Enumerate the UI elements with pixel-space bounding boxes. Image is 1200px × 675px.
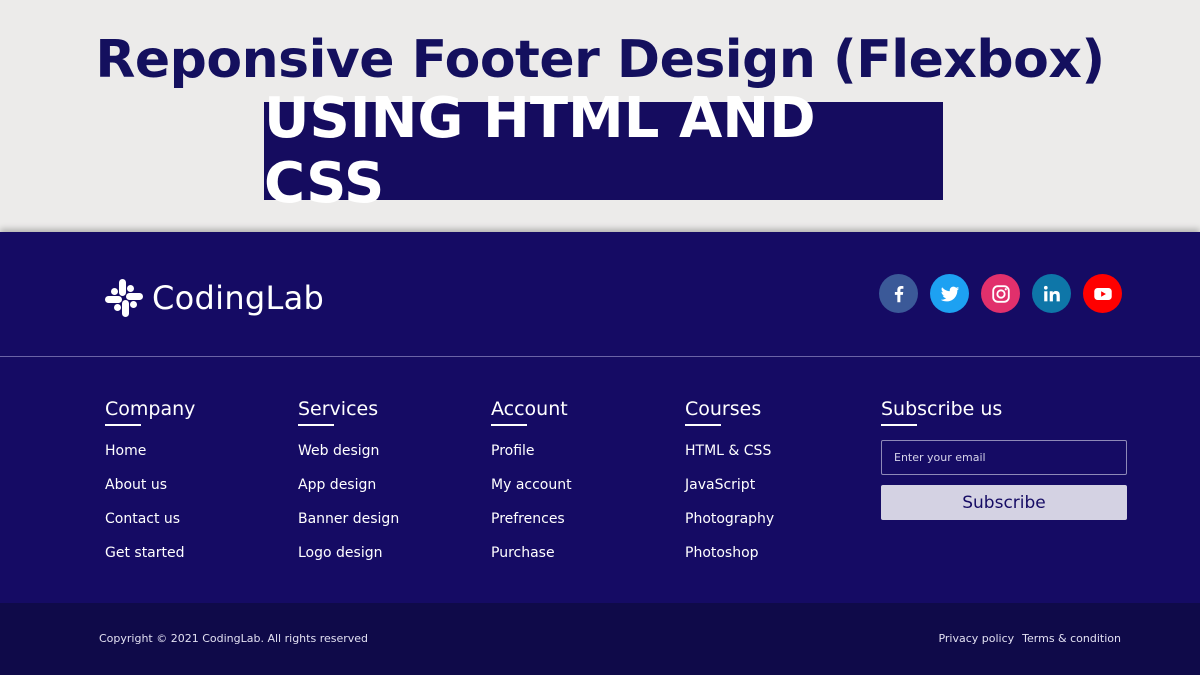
subscribe-button[interactable]: Subscribe bbox=[881, 485, 1127, 520]
facebook-icon bbox=[894, 285, 903, 302]
link-list: HTML & CSS JavaScript Photography Photos… bbox=[685, 440, 774, 576]
footer-column-services: Services Web design App design Banner de… bbox=[298, 398, 399, 576]
logo[interactable]: CodingLab bbox=[104, 276, 324, 320]
title-underline bbox=[881, 424, 917, 426]
link-list: Web design App design Banner design Logo… bbox=[298, 440, 399, 576]
column-title: Account bbox=[491, 398, 568, 420]
footer-link-contact-us[interactable]: Contact us bbox=[105, 511, 180, 527]
title-underline bbox=[685, 424, 721, 426]
bottom-bar: Copyright © 2021 CodingLab. All rights r… bbox=[0, 603, 1200, 675]
footer-column-subscribe: Subscribe us Subscribe bbox=[881, 398, 1127, 520]
footer-link-photography[interactable]: Photography bbox=[685, 511, 774, 527]
twitter-link[interactable] bbox=[930, 274, 969, 313]
youtube-icon bbox=[1093, 287, 1112, 300]
slack-logo-icon bbox=[105, 279, 143, 317]
title-underline bbox=[491, 424, 527, 426]
linkedin-icon bbox=[1043, 285, 1060, 301]
linkedin-link[interactable] bbox=[1032, 274, 1071, 313]
column-title: Courses bbox=[685, 398, 762, 420]
column-title: Subscribe us bbox=[881, 398, 1003, 420]
logo-text: CodingLab bbox=[152, 279, 325, 317]
title-underline bbox=[105, 424, 141, 426]
footer-link-web-design[interactable]: Web design bbox=[298, 443, 379, 459]
twitter-icon bbox=[940, 286, 959, 301]
footer-link-purchase[interactable]: Purchase bbox=[491, 545, 555, 561]
instagram-icon bbox=[991, 284, 1010, 303]
footer-link-javascript[interactable]: JavaScript bbox=[685, 477, 755, 493]
footer-column-account: Account Profile My account Prefrences Pu… bbox=[491, 398, 572, 576]
column-title: Services bbox=[298, 398, 379, 420]
footer-divider bbox=[0, 356, 1200, 357]
facebook-link[interactable] bbox=[879, 274, 918, 313]
footer-link-photoshop[interactable]: Photoshop bbox=[685, 545, 759, 561]
footer-link-get-started[interactable]: Get started bbox=[105, 545, 185, 561]
footer-column-courses: Courses HTML & CSS JavaScript Photograph… bbox=[685, 398, 774, 576]
footer-link-preferences[interactable]: Prefrences bbox=[491, 511, 565, 527]
footer-link-logo-design[interactable]: Logo design bbox=[298, 545, 382, 561]
terms-condition-link[interactable]: Terms & condition bbox=[1022, 632, 1121, 645]
instagram-link[interactable] bbox=[981, 274, 1020, 313]
youtube-link[interactable] bbox=[1083, 274, 1122, 313]
footer-link-my-account[interactable]: My account bbox=[491, 477, 572, 493]
footer-link-html-css[interactable]: HTML & CSS bbox=[685, 443, 771, 459]
link-list: Home About us Contact us Get started bbox=[105, 440, 195, 576]
subline: USING HTML AND CSS bbox=[264, 86, 816, 216]
headline: Reponsive Footer Design (Flexbox) bbox=[95, 30, 1105, 90]
column-title: Company bbox=[105, 398, 196, 420]
privacy-policy-link[interactable]: Privacy policy bbox=[938, 632, 1014, 645]
policy-links: Privacy policy Terms & condition bbox=[938, 632, 1121, 645]
footer-column-company: Company Home About us Contact us Get sta… bbox=[105, 398, 195, 576]
footer-link-about-us[interactable]: About us bbox=[105, 477, 167, 493]
email-field[interactable] bbox=[881, 440, 1127, 475]
copyright-text: Copyright © 2021 CodingLab. All rights r… bbox=[99, 632, 369, 645]
footer-link-home[interactable]: Home bbox=[105, 443, 146, 459]
title-banner: Reponsive Footer Design (Flexbox) USING … bbox=[0, 0, 1200, 232]
title-underline bbox=[298, 424, 334, 426]
footer-link-banner-design[interactable]: Banner design bbox=[298, 511, 399, 527]
social-links bbox=[879, 274, 1122, 313]
subline-box: USING HTML AND CSS bbox=[264, 86, 943, 216]
footer: CodingLab Company Home About us Contact … bbox=[0, 232, 1200, 603]
footer-link-profile[interactable]: Profile bbox=[491, 443, 535, 459]
footer-link-app-design[interactable]: App design bbox=[298, 477, 376, 493]
link-list: Profile My account Prefrences Purchase bbox=[491, 440, 572, 576]
